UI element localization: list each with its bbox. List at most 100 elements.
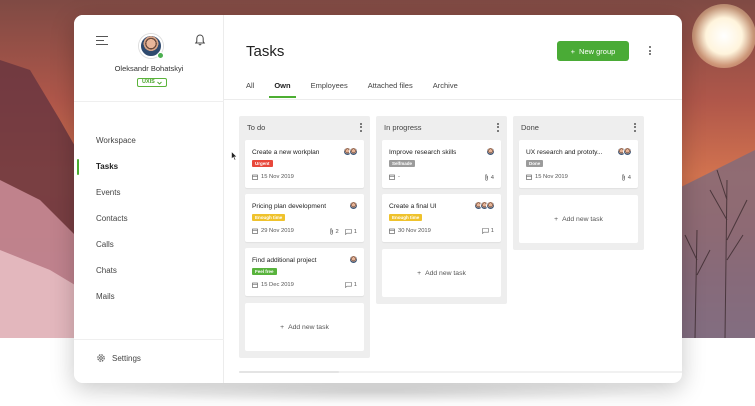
comments-count: 1: [344, 228, 357, 235]
attachments-text: 4: [627, 174, 631, 181]
column-done: Done UX research and prototy... Done 15 …: [513, 116, 644, 250]
task-date-text: 15 Nov 2019: [261, 174, 294, 180]
calendar-icon: [526, 174, 532, 180]
task-card[interactable]: Create a final UI Enough time 30 Nov 201…: [382, 194, 501, 242]
sidebar-divider: [74, 339, 224, 340]
priority-tag: Feel free: [252, 268, 277, 275]
column-header: Done: [513, 116, 644, 138]
assignee-avatar: [349, 201, 358, 210]
column-in-progress: In progress Improve research skills Self…: [376, 116, 507, 304]
assignees: [343, 147, 358, 156]
hamburger-menu-icon[interactable]: [96, 36, 108, 46]
plus-icon: +: [554, 215, 559, 223]
priority-tag: Selfmade: [389, 160, 416, 167]
task-date: 15 Nov 2019: [526, 174, 568, 180]
add-task-label: Add new task: [425, 269, 466, 277]
task-date-text: 15 Dec 2019: [261, 282, 294, 288]
assignees: [349, 255, 358, 264]
more-options-icon[interactable]: [648, 46, 652, 57]
settings-button[interactable]: Settings: [96, 353, 141, 363]
tab-employees[interactable]: Employees: [311, 81, 348, 99]
column-menu-icon[interactable]: [497, 122, 499, 132]
comment-icon: [344, 282, 352, 288]
task-title: Create a new workplan: [252, 149, 320, 156]
bell-icon[interactable]: [193, 33, 207, 47]
online-status-icon: [157, 52, 164, 59]
sidebar-item-label: Chats: [96, 266, 117, 275]
assignee-avatar: [623, 147, 632, 156]
paperclip-icon: [329, 228, 333, 235]
company-selector[interactable]: UXIS: [137, 78, 167, 87]
task-date: 15 Dec 2019: [252, 282, 294, 288]
scrollbar-thumb[interactable]: [239, 371, 339, 373]
assignee-avatar: [349, 147, 358, 156]
task-card[interactable]: Pricing plan development Enough time 29 …: [245, 194, 364, 242]
tabs-divider: [224, 99, 682, 100]
comments-text: 1: [353, 282, 357, 288]
task-meta: 1: [344, 282, 357, 288]
assignees: [474, 201, 495, 210]
column-menu-icon[interactable]: [634, 122, 636, 132]
assignee-avatar: [349, 255, 358, 264]
add-task-button[interactable]: + Add new task: [382, 249, 501, 297]
task-card[interactable]: UX research and prototy... Done 15 Nov 2…: [519, 140, 638, 188]
comments-count: 1: [481, 228, 494, 234]
attachments-count: 2: [329, 228, 339, 235]
comment-icon: [344, 228, 352, 235]
assignees: [486, 147, 495, 156]
tab-archive[interactable]: Archive: [433, 81, 458, 99]
sidebar-item-tasks[interactable]: Tasks: [74, 154, 224, 180]
add-task-label: Add new task: [288, 323, 329, 331]
task-meta: 2 1: [329, 228, 357, 235]
calendar-icon: [252, 228, 258, 234]
add-task-button[interactable]: + Add new task: [519, 195, 638, 243]
settings-label: Settings: [112, 353, 141, 363]
sidebar-item-contacts[interactable]: Contacts: [74, 206, 224, 232]
tab-all[interactable]: All: [246, 81, 254, 99]
attachments-text: 4: [490, 174, 494, 181]
chevron-down-icon: [157, 81, 162, 85]
comment-icon: [481, 228, 489, 234]
sidebar-item-mails[interactable]: Mails: [74, 284, 224, 310]
sidebar-item-events[interactable]: Events: [74, 180, 224, 206]
task-date-text: -: [398, 174, 400, 180]
company-name: UXIS: [142, 78, 155, 85]
task-title: UX research and prototy...: [526, 149, 603, 156]
comments-text: 1: [490, 228, 494, 234]
add-task-label: Add new task: [562, 215, 603, 223]
sidebar-item-label: Workspace: [96, 136, 136, 145]
task-card[interactable]: Find additional project Feel free 15 Dec…: [245, 248, 364, 296]
tab-attached-files[interactable]: Attached files: [368, 81, 413, 99]
task-card[interactable]: Improve research skills Selfmade - 4: [382, 140, 501, 188]
paperclip-icon: [621, 174, 625, 181]
task-date-text: 30 Nov 2019: [398, 228, 431, 234]
status-tag: Done: [526, 160, 544, 167]
new-group-button[interactable]: + New group: [557, 41, 629, 61]
plus-icon: +: [280, 323, 285, 331]
priority-tag: Enough time: [252, 214, 286, 221]
sidebar-item-chats[interactable]: Chats: [74, 258, 224, 284]
tab-own[interactable]: Own: [269, 81, 296, 99]
paperclip-icon: [484, 174, 488, 181]
add-task-button[interactable]: + Add new task: [245, 303, 364, 351]
task-date: 30 Nov 2019: [389, 228, 431, 234]
gear-icon: [97, 354, 105, 362]
column-menu-icon[interactable]: [360, 122, 362, 132]
sidebar-item-calls[interactable]: Calls: [74, 232, 224, 258]
task-title: Pricing plan development: [252, 203, 327, 210]
assignee-avatar: [486, 201, 495, 210]
task-date-text: 29 Nov 2019: [261, 228, 294, 234]
new-group-label: New group: [579, 46, 616, 56]
task-date: -: [389, 174, 400, 180]
calendar-icon: [389, 228, 395, 234]
sidebar-item-workspace[interactable]: Workspace: [74, 128, 224, 154]
task-meta: 4: [484, 174, 494, 181]
column-title: Done: [521, 122, 539, 132]
task-card[interactable]: Create a new workplan Urgent 15 Nov 2019: [245, 140, 364, 188]
priority-tag: Enough time: [389, 214, 423, 221]
sidebar-item-label: Tasks: [96, 162, 119, 171]
task-meta: 1: [481, 228, 494, 234]
comments-text: 1: [353, 228, 357, 235]
tab-bar: All Own Employees Attached files Archive: [246, 81, 478, 99]
column-header: In progress: [376, 116, 507, 138]
